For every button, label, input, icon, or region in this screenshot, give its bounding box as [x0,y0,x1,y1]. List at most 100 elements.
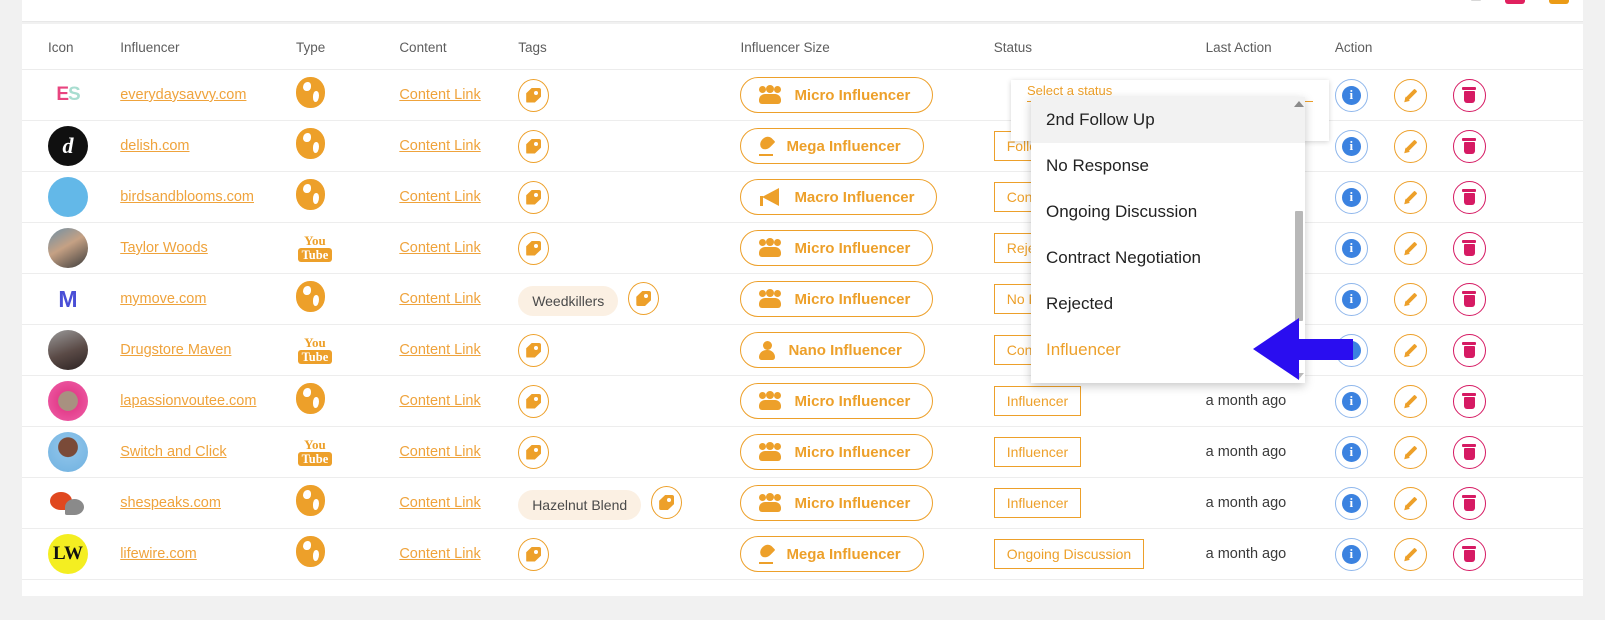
cell-content: Content Link [399,324,519,376]
edit-button[interactable] [1393,231,1427,265]
content-link[interactable]: Content Link [399,495,480,511]
influencer-link[interactable]: everydaysavvy.com [120,87,246,103]
globe-icon[interactable] [295,128,325,159]
delete-button[interactable] [1452,537,1486,571]
info-button[interactable]: i [1334,384,1368,418]
add-tag-button[interactable] [518,129,550,163]
globe-icon[interactable] [295,77,325,108]
influencer-link[interactable]: mymove.com [120,291,206,307]
dropdown-option[interactable]: Ongoing Discussion [1031,189,1305,235]
cell-type [295,477,400,529]
globe-icon[interactable] [295,281,325,312]
content-link[interactable]: Content Link [399,342,480,358]
delete-button[interactable] [1452,435,1486,469]
dropdown-option[interactable]: Contract Negotiation [1031,235,1305,281]
info-button[interactable]: i [1334,537,1368,571]
delete-button[interactable] [1452,486,1486,520]
youtube-icon[interactable]: You Tube [296,232,334,265]
edit-button[interactable] [1393,333,1427,367]
influencer-size-badge: Micro Influencer [740,383,934,419]
toolbar-edit-icon[interactable] [1549,0,1569,4]
edit-button[interactable] [1393,78,1427,112]
table-row: LW lifewire.com Content Link Mega Influence… [22,528,1583,580]
influencer-size-label: Macro Influencer [794,188,915,206]
edit-button[interactable] [1393,180,1427,214]
content-link[interactable]: Content Link [399,87,480,103]
content-link[interactable]: Content Link [399,138,480,154]
edit-button[interactable] [1393,129,1427,163]
status-badge[interactable]: Influencer [993,386,1082,416]
influencer-link[interactable]: lapassionvoutee.com [120,393,256,409]
info-button[interactable]: i [1334,180,1368,214]
add-tag-button[interactable] [518,78,550,112]
influencer-link[interactable]: delish.com [120,138,189,154]
influencer-link[interactable]: Taylor Woods [120,240,208,256]
influencer-link[interactable]: Drugstore Maven [120,342,231,358]
add-tag-button[interactable] [518,435,550,469]
status-badge[interactable]: Ongoing Discussion [993,539,1145,569]
content-link[interactable]: Content Link [399,546,480,562]
content-link[interactable]: Content Link [399,444,480,460]
group-icon [759,85,782,104]
trash-icon [1462,546,1477,562]
edit-button[interactable] [1393,435,1427,469]
info-button[interactable]: i [1334,78,1368,112]
globe-icon[interactable] [295,383,325,414]
info-button[interactable]: i [1334,486,1368,520]
globe-icon[interactable] [295,536,325,567]
edit-button[interactable] [1393,537,1427,571]
add-tag-button[interactable] [628,282,660,315]
info-button[interactable]: i [1334,435,1368,469]
edit-button[interactable] [1393,282,1427,316]
content-link[interactable]: Content Link [399,393,480,409]
info-button[interactable]: i [1334,282,1368,316]
content-link[interactable]: Content Link [399,189,480,205]
add-tag-button[interactable] [518,537,550,571]
influencer-link[interactable]: lifewire.com [120,546,197,562]
add-tag-button[interactable] [518,180,550,214]
youtube-icon[interactable]: You Tube [296,436,334,469]
tag-pill[interactable]: Weedkillers [518,286,619,316]
youtube-icon[interactable]: You Tube [296,334,334,367]
delete-button[interactable] [1452,282,1486,316]
delete-button[interactable] [1452,231,1486,265]
delete-button[interactable] [1452,180,1486,214]
dropdown-option[interactable]: No Response [1031,143,1305,189]
status-badge[interactable]: Influencer [993,488,1082,518]
delete-button[interactable] [1452,78,1486,112]
add-tag-button[interactable] [651,486,683,519]
edit-button[interactable] [1393,486,1427,520]
toolbar-misc-icon[interactable] [1471,0,1481,1]
delete-button[interactable] [1452,333,1486,367]
add-tag-button[interactable] [518,231,550,265]
column-header-content: Content [399,24,519,70]
info-button[interactable]: i [1334,231,1368,265]
cell-content: Content Link [399,120,519,172]
influencer-link[interactable]: Switch and Click [120,444,226,460]
delete-button[interactable] [1452,384,1486,418]
influencer-link[interactable]: shespeaks.com [120,495,221,511]
influencer-size-badge: Micro Influencer [740,281,934,317]
content-link[interactable]: Content Link [399,291,480,307]
cell-tags: Weedkillers [518,273,741,325]
cell-type [295,120,400,172]
influencer-link[interactable]: birdsandblooms.com [120,189,254,205]
delete-button[interactable] [1452,129,1486,163]
tag-pill[interactable]: Hazelnut Blend [518,490,642,520]
content-link[interactable]: Content Link [399,240,480,256]
influencer-size-label: Nano Influencer [788,341,902,359]
info-button[interactable]: i [1334,129,1368,163]
add-tag-button[interactable] [518,333,550,367]
scroll-up-arrow-icon[interactable] [1294,101,1304,107]
scrollbar-thumb[interactable] [1295,211,1303,321]
add-tag-button[interactable] [518,384,550,418]
globe-icon[interactable] [295,179,325,210]
edit-button[interactable] [1393,384,1427,418]
dropdown-option[interactable]: 2nd Follow Up [1031,97,1305,143]
status-badge[interactable]: Influencer [993,437,1082,467]
toolbar-delete-icon[interactable] [1505,0,1525,4]
status-select-label: Select a status [1027,83,1113,98]
globe-icon[interactable] [295,485,325,516]
avatar [48,432,88,472]
cell-icon [22,222,121,274]
